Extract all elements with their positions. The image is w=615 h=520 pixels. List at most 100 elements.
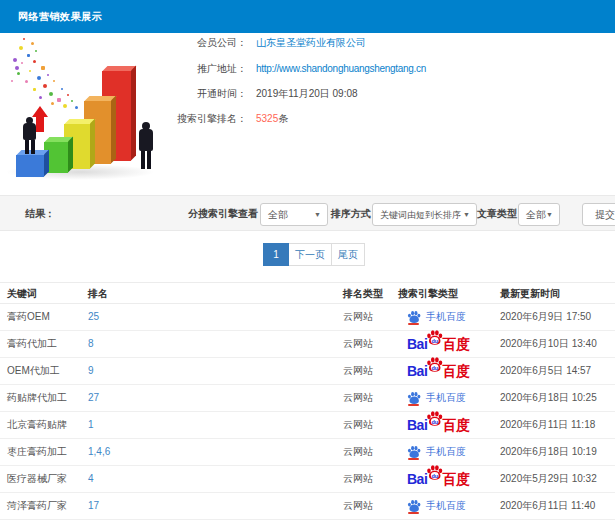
engine-filter-label: 分搜索引擎查看 xyxy=(150,207,258,221)
svg-text:du: du xyxy=(432,473,439,479)
baidu-logo-cn-text: 百度 xyxy=(442,412,470,438)
baidu-logo: Baidu百度 xyxy=(407,466,470,492)
engine-type-cell: 手机百度 xyxy=(407,439,466,465)
sort-label: 排序方式 xyxy=(331,207,371,221)
engine-type-cell: Baidu百度 xyxy=(407,331,470,357)
page-button-last[interactable]: 尾页 xyxy=(332,243,365,266)
update-time-cell: 2020年6月18日 10:19 xyxy=(500,439,597,465)
header-keyword: 关键词 xyxy=(7,283,37,304)
baidu-paw-icon: du xyxy=(426,355,443,381)
keyword-cell: 医疗器械厂家 xyxy=(7,466,67,492)
update-time-cell: 2020年5月29日 10:32 xyxy=(500,466,597,492)
rank-cell[interactable]: 17 xyxy=(88,493,99,519)
mobile-baidu-paw-icon xyxy=(407,499,420,514)
baidu-paw-icon: du xyxy=(426,409,443,435)
table-row: 药贴牌代加工 27 云网站 手机百度 2020年6月18日 10:25 xyxy=(0,385,615,412)
bar-chart-image xyxy=(5,36,170,182)
update-time-cell: 2020年6月10日 13:40 xyxy=(500,331,597,357)
rank-type-cell: 云网站 xyxy=(343,358,373,384)
page-button-next[interactable]: 下一页 xyxy=(289,243,332,266)
filter-bar: 结果： 分搜索引擎查看 全部 ▼ 排序方式 关键词由短到长排序 ▼ 文章类型 全… xyxy=(0,195,615,231)
mobile-baidu-label: 手机百度 xyxy=(426,493,466,519)
svg-text:du: du xyxy=(432,365,439,371)
baidu-logo-bai-text: Bai xyxy=(407,466,427,492)
mobile-baidu-logo: 手机百度 xyxy=(407,304,466,330)
businessman-figure-right xyxy=(139,122,153,169)
rank-count-value: 5325 xyxy=(256,113,278,124)
rank-cell[interactable]: 9 xyxy=(88,358,94,384)
header-update-time: 最新更新时间 xyxy=(500,283,560,304)
rank-type-cell: 云网站 xyxy=(343,412,373,438)
results-table: 关键词 排名 排名类型 搜索引擎类型 最新更新时间 膏药OEM25云网站手机百度… xyxy=(0,282,615,520)
update-time-cell: 2020年6月18日 10:25 xyxy=(500,385,597,411)
sort-select[interactable]: 关键词由短到长排序 ▼ xyxy=(372,203,477,226)
engine-filter-select[interactable]: 全部 ▼ xyxy=(260,203,328,226)
rank-cell[interactable]: 8 xyxy=(88,331,94,357)
keyword-cell: 药贴牌代加工 xyxy=(7,385,67,411)
rank-cell[interactable]: 25 xyxy=(88,304,99,330)
engine-type-cell: 手机百度 xyxy=(407,385,466,411)
rank-cell[interactable]: 1 xyxy=(88,412,94,438)
rank-cell[interactable]: 4 xyxy=(88,466,94,492)
mobile-baidu-label: 手机百度 xyxy=(426,304,466,330)
page-button-current[interactable]: 1 xyxy=(263,243,289,266)
svg-text:du: du xyxy=(432,338,439,344)
header-engine-type: 搜索引擎类型 xyxy=(398,283,458,304)
rank-type-cell: 云网站 xyxy=(343,385,373,411)
pagination: 1 下一页 尾页 xyxy=(263,243,365,266)
keyword-cell: 膏药代加工 xyxy=(7,331,57,357)
article-type-value: 全部 xyxy=(526,209,546,220)
update-time-cell: 2020年6月11日 11:18 xyxy=(500,412,595,438)
baidu-logo-cn-text: 百度 xyxy=(442,331,470,357)
baidu-logo: Baidu百度 xyxy=(407,331,470,357)
table-row: OEM代加工9云网站Baidu百度2020年6月5日 14:57 xyxy=(0,358,615,385)
mobile-baidu-paw-icon xyxy=(407,445,420,460)
mobile-baidu-logo: 手机百度 xyxy=(407,439,466,465)
mobile-baidu-paw-icon xyxy=(407,391,420,406)
baidu-paw-icon: du xyxy=(426,328,443,354)
rank-cell[interactable]: 1,4,6 xyxy=(88,439,110,465)
keyword-cell: 菏泽膏药厂家 xyxy=(7,493,67,519)
mobile-baidu-paw-icon xyxy=(407,310,420,325)
rank-type-cell: 云网站 xyxy=(343,331,373,357)
engine-type-cell: 手机百度 xyxy=(407,493,466,519)
update-time-cell: 2020年6月9日 17:50 xyxy=(500,304,591,330)
engine-type-cell: Baidu百度 xyxy=(407,466,470,492)
rank-cell[interactable]: 27 xyxy=(88,385,99,411)
rank-type-cell: 云网站 xyxy=(343,439,373,465)
article-type-label: 文章类型 xyxy=(477,207,517,221)
rank-type-cell: 云网站 xyxy=(343,466,373,492)
table-row: 膏药代加工 8 云网站 Baidu百度 2020年6月10日 13:40 xyxy=(0,331,615,358)
company-label: 会员公司： xyxy=(60,36,247,50)
page-title: 网络营销效果展示 xyxy=(18,0,102,33)
chevron-down-icon: ▼ xyxy=(546,204,553,225)
baidu-logo: Baidu百度 xyxy=(407,412,470,438)
article-type-select[interactable]: 全部 ▼ xyxy=(518,203,560,226)
promo-url-label: 推广地址： xyxy=(60,62,247,76)
table-row: 北京膏药贴牌 1 云网站 Baidu百度 2020年6月11日 11:18 xyxy=(0,412,615,439)
keyword-cell: OEM代加工 xyxy=(7,358,60,384)
chevron-down-icon: ▼ xyxy=(314,204,321,225)
rank-count-suffix: 条 xyxy=(278,113,288,124)
table-row: 枣庄膏药加工1,4,6云网站手机百度2020年6月18日 10:19 xyxy=(0,439,615,466)
info-row-company: 会员公司： 山东皇圣堂药业有限公司 xyxy=(60,36,366,49)
engine-type-cell: Baidu百度 xyxy=(407,412,470,438)
baidu-logo-bai-text: Bai xyxy=(407,331,427,357)
mobile-baidu-logo: 手机百度 xyxy=(407,385,466,411)
chevron-down-icon: ▼ xyxy=(463,204,470,225)
baidu-paw-icon: du xyxy=(426,463,443,489)
engine-filter-value: 全部 xyxy=(268,209,288,220)
company-link[interactable]: 山东皇圣堂药业有限公司 xyxy=(256,37,366,48)
submit-button[interactable]: 提交 xyxy=(582,203,615,226)
keyword-cell: 北京膏药贴牌 xyxy=(7,412,67,438)
header-rank-type: 排名类型 xyxy=(343,283,383,304)
table-header-row: 关键词 排名 排名类型 搜索引擎类型 最新更新时间 xyxy=(0,282,615,304)
engine-type-cell: Baidu百度 xyxy=(407,358,470,384)
table-row: 膏药OEM25云网站手机百度2020年6月9日 17:50 xyxy=(0,304,615,331)
chart-bar-blue xyxy=(16,155,44,177)
rank-type-cell: 云网站 xyxy=(343,304,373,330)
baidu-logo-bai-text: Bai xyxy=(407,358,427,384)
baidu-logo: Baidu百度 xyxy=(407,358,470,384)
promo-url-link[interactable]: http://www.shandonghuangshengtang.cn xyxy=(256,63,426,74)
engine-type-cell: 手机百度 xyxy=(407,304,466,330)
